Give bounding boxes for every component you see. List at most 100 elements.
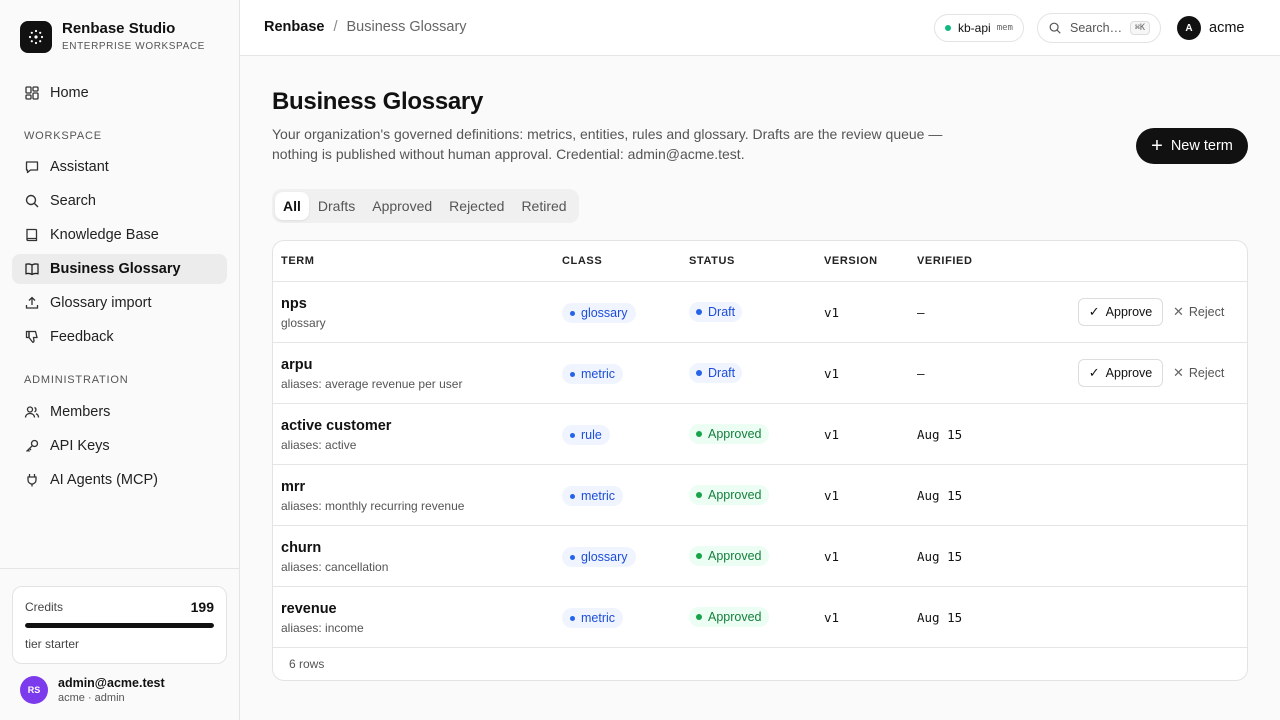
status-dot-icon — [945, 25, 951, 31]
nav-business-glossary[interactable]: Business Glossary — [12, 254, 227, 284]
tab-approved[interactable]: Approved — [364, 192, 440, 220]
version: v1 — [824, 427, 840, 442]
nav-members[interactable]: Members — [12, 397, 227, 427]
reject-button[interactable]: ✕ Reject — [1173, 365, 1224, 381]
avatar: RS — [20, 676, 48, 704]
class-badge: metric — [562, 608, 624, 628]
approve-button[interactable]: ✓ Approve — [1078, 359, 1163, 387]
status-badge: Approved — [689, 546, 769, 566]
nav-assistant-label: Assistant — [50, 159, 109, 175]
search-icon — [1049, 22, 1061, 34]
nav-glossary-import[interactable]: Glossary import — [12, 288, 227, 318]
tab-rejected[interactable]: Rejected — [441, 192, 512, 220]
plug-icon — [27, 474, 37, 487]
tab-drafts[interactable]: Drafts — [310, 192, 363, 220]
nav-home-label: Home — [50, 85, 89, 101]
close-icon: ✕ — [1173, 304, 1184, 319]
class-badge: metric — [562, 364, 624, 384]
user-profile[interactable]: RS admin@acme.test acme · admin — [20, 676, 165, 704]
table-row[interactable]: churn aliases: cancellation glossary App… — [273, 526, 1247, 587]
credits-tier: tier starter — [25, 637, 80, 651]
nav-business-glossary-label: Business Glossary — [50, 261, 181, 277]
header-status[interactable]: STATUS — [689, 255, 735, 267]
nav-api-keys[interactable]: API Keys — [12, 431, 227, 461]
credits-card: Credits 199 tier starter — [12, 586, 227, 664]
page-title: Business Glossary — [272, 88, 484, 115]
nav-feedback-label: Feedback — [50, 329, 114, 345]
verified-date: – — [917, 305, 925, 320]
class-badge: metric — [562, 486, 624, 506]
nav-home[interactable]: Home — [12, 78, 227, 108]
header-verified[interactable]: VERIFIED — [917, 255, 973, 267]
table-row[interactable]: mrr aliases: monthly recurring revenue m… — [273, 465, 1247, 526]
breadcrumb-root[interactable]: Renbase — [264, 19, 324, 35]
credits-progress-bar — [25, 623, 214, 628]
knowledge-base-selector[interactable]: kb-api mem — [934, 14, 1024, 42]
term-aliases: aliases: cancellation — [281, 560, 389, 574]
nav-search-label: Search — [50, 193, 96, 209]
term-name[interactable]: mrr — [281, 479, 305, 495]
kb-name: kb-api — [958, 21, 991, 35]
table-row[interactable]: nps glossary glossary Draft v1 – ✓ Approv… — [273, 282, 1247, 343]
nav-knowledge-base[interactable]: Knowledge Base — [12, 220, 227, 250]
table-row[interactable]: arpu aliases: average revenue per user m… — [273, 343, 1247, 404]
close-icon: ✕ — [1173, 365, 1184, 380]
nav-glossary-import-label: Glossary import — [50, 295, 152, 311]
header-term[interactable]: TERM — [281, 255, 315, 267]
header-class[interactable]: CLASS — [562, 255, 602, 267]
glossary-table: TERM CLASS STATUS VERSION VERIFIED nps g… — [272, 240, 1248, 681]
version: v1 — [824, 488, 840, 503]
search-placeholder: Search… — [1070, 21, 1123, 35]
workspace-section-label: WORKSPACE — [24, 130, 102, 142]
version: v1 — [824, 305, 840, 320]
nav-members-label: Members — [50, 404, 111, 420]
term-aliases: glossary — [281, 316, 326, 330]
tab-retired[interactable]: Retired — [513, 192, 574, 220]
nav-knowledge-base-label: Knowledge Base — [50, 227, 159, 243]
header-version[interactable]: VERSION — [824, 255, 878, 267]
search-shortcut: ⌘K — [1129, 21, 1150, 35]
term-name[interactable]: active customer — [281, 418, 391, 434]
check-icon: ✓ — [1088, 365, 1100, 380]
table-row[interactable]: revenue aliases: income metric Approved … — [273, 587, 1247, 648]
reject-button[interactable]: ✕ Reject — [1173, 304, 1224, 320]
search-icon — [25, 194, 39, 208]
brand-name: Renbase Studio — [62, 20, 176, 37]
book-icon — [26, 228, 38, 242]
term-name[interactable]: arpu — [281, 357, 312, 373]
status-badge: Approved — [689, 485, 769, 505]
term-name[interactable]: revenue — [281, 601, 337, 617]
tab-all[interactable]: All — [275, 192, 309, 220]
verified-date: – — [917, 366, 925, 381]
nav-feedback[interactable]: Feedback — [12, 322, 227, 352]
term-aliases: aliases: active — [281, 438, 357, 452]
sidebar-divider — [0, 568, 239, 569]
user-email: admin@acme.test — [58, 676, 165, 690]
class-badge: rule — [562, 425, 610, 445]
nav-api-keys-label: API Keys — [50, 438, 110, 454]
key-icon — [26, 439, 39, 452]
sidebar: Renbase Studio ENTERPRISE WORKSPACE Home… — [0, 0, 240, 720]
nav-ai-agents[interactable]: AI Agents (MCP) — [12, 465, 227, 495]
topbar: Renbase / Business Glossary kb-api mem S… — [240, 0, 1280, 56]
page-description: Your organization's governed definitions… — [272, 126, 943, 162]
account-name: acme — [1209, 20, 1245, 36]
chat-icon — [25, 161, 39, 174]
account-avatar: A — [1177, 16, 1201, 40]
search-input[interactable]: Search… ⌘K — [1037, 13, 1161, 43]
brand[interactable]: Renbase Studio ENTERPRISE WORKSPACE — [20, 20, 205, 53]
status-tabs: All Drafts Approved Rejected Retired — [272, 189, 579, 223]
nav-search[interactable]: Search — [12, 186, 227, 216]
table-header: TERM CLASS STATUS VERSION VERIFIED — [273, 241, 1247, 282]
dashboard-icon — [25, 86, 39, 100]
term-name[interactable]: nps — [281, 296, 307, 312]
thumbs-down-icon — [25, 330, 38, 343]
nav-assistant[interactable]: Assistant — [12, 152, 227, 182]
new-term-button[interactable]: + New term — [1136, 128, 1248, 164]
term-aliases: aliases: monthly recurring revenue — [281, 499, 465, 513]
approve-button[interactable]: ✓ Approve — [1078, 298, 1163, 326]
term-name[interactable]: churn — [281, 540, 321, 556]
version: v1 — [824, 366, 840, 381]
table-row[interactable]: active customer aliases: active rule App… — [273, 404, 1247, 465]
account-menu[interactable]: A acme — [1177, 16, 1244, 40]
